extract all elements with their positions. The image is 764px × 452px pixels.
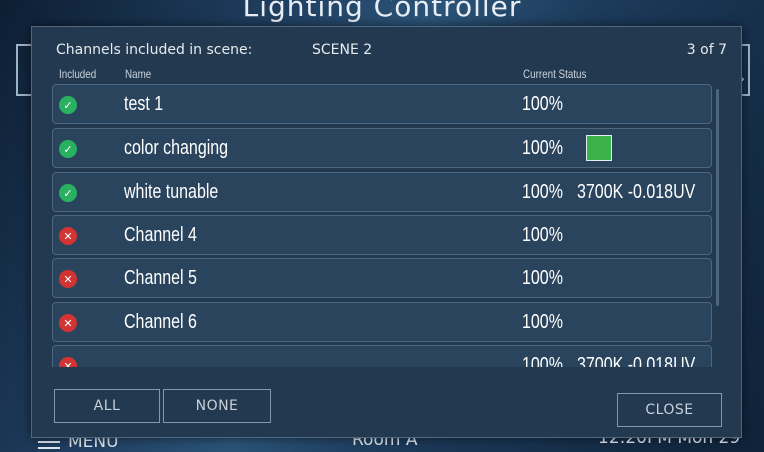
channel-row[interactable]: ✕ 100% 3700K -0.018UV (52, 345, 712, 367)
dialog-header-label: Channels included in scene: (56, 42, 253, 58)
channel-row[interactable]: ✕ Channel 6 100% (52, 302, 712, 342)
channel-list[interactable]: ✓ test 1 100% ✓ color changing 100% ✓ white tun… (52, 84, 713, 367)
channel-name: Channel 6 (124, 311, 197, 333)
channel-status: 3700K -0.018UV (577, 354, 696, 367)
color-swatch (586, 135, 612, 161)
scene-channels-dialog: Channels included in scene: SCENE 2 3 of… (31, 26, 742, 438)
channel-status: 3700K -0.018UV (577, 181, 696, 203)
channel-name: color changing (124, 137, 229, 159)
channel-row[interactable]: ✓ test 1 100% (52, 84, 712, 124)
channel-level: 100% (522, 267, 563, 289)
column-header-included: Included (59, 67, 97, 81)
x-circle-icon[interactable]: ✕ (59, 357, 77, 367)
check-circle-icon[interactable]: ✓ (59, 184, 77, 202)
channel-row[interactable]: ✕ Channel 5 100% (52, 258, 712, 298)
channel-name: test 1 (124, 93, 164, 115)
channel-name: Channel 5 (124, 267, 197, 289)
channel-name: white tunable (124, 181, 219, 203)
check-circle-icon[interactable]: ✓ (59, 96, 77, 114)
channel-row[interactable]: ✕ Channel 4 100% (52, 215, 712, 255)
column-header-status: Current Status (523, 67, 587, 81)
channel-row[interactable]: ✓ white tunable 100% 3700K -0.018UV (52, 172, 712, 212)
x-circle-icon[interactable]: ✕ (59, 270, 77, 288)
channel-level: 100% (522, 137, 563, 159)
page-indicator: 3 of 7 (686, 42, 727, 58)
close-button[interactable]: CLOSE (617, 393, 722, 427)
x-circle-icon[interactable]: ✕ (59, 314, 77, 332)
app-title: Lighting Controller (242, 0, 522, 23)
channel-level: 100% (522, 354, 563, 367)
x-circle-icon[interactable]: ✕ (59, 227, 77, 245)
channel-level: 100% (522, 224, 563, 246)
list-scrollbar[interactable] (716, 89, 719, 306)
scene-name: SCENE 2 (312, 42, 373, 58)
select-none-button[interactable]: NONE (163, 389, 271, 423)
channel-level: 100% (522, 181, 563, 203)
check-circle-icon[interactable]: ✓ (59, 140, 77, 158)
channel-row[interactable]: ✓ color changing 100% (52, 128, 712, 168)
channel-name: Channel 4 (124, 224, 197, 246)
channel-level: 100% (522, 93, 563, 115)
column-header-name: Name (125, 67, 152, 81)
channel-level: 100% (522, 311, 563, 333)
select-all-button[interactable]: ALL (54, 389, 160, 423)
